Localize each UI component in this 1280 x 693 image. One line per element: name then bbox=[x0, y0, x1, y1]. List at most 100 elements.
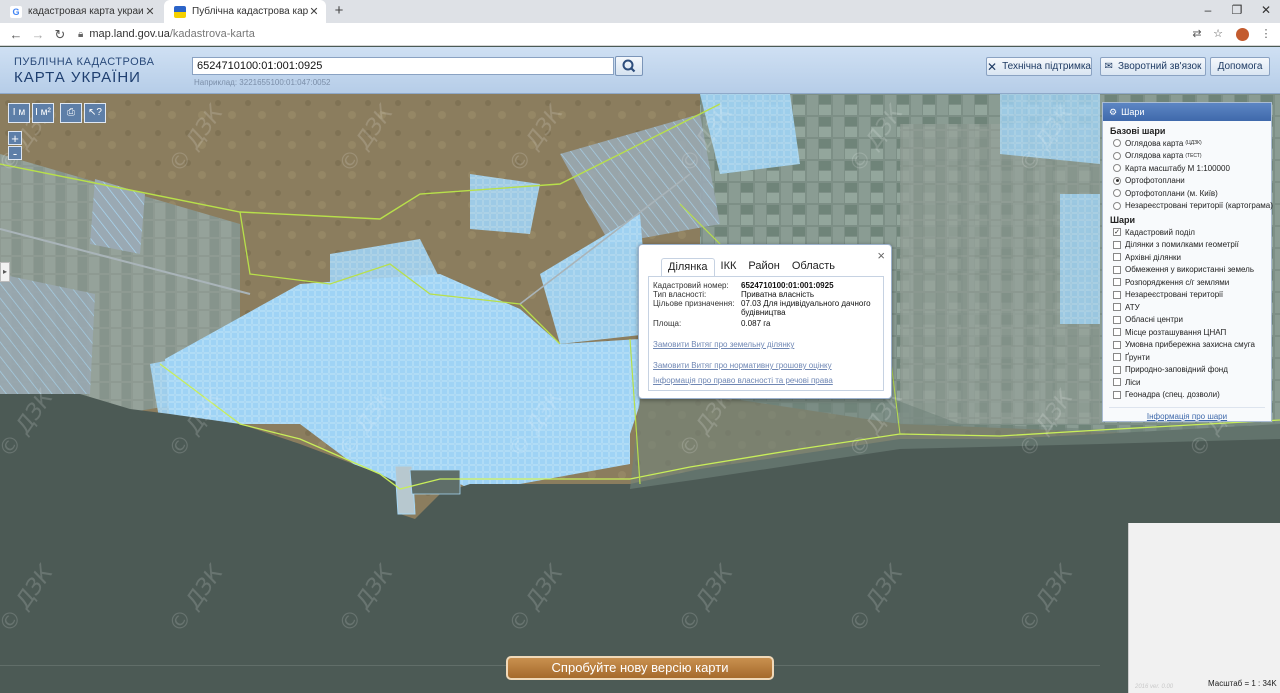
measure-distance-button[interactable]: I м bbox=[8, 103, 30, 123]
checkbox[interactable] bbox=[1113, 265, 1121, 274]
expand-left-panel-button[interactable]: ▸ bbox=[0, 262, 10, 282]
overlay-layer-option[interactable]: Ґрунти bbox=[1103, 351, 1271, 364]
overlay-layer-option[interactable]: АТУ bbox=[1103, 301, 1271, 314]
radio-button[interactable] bbox=[1113, 176, 1121, 185]
overlay-layer-option[interactable]: Ліси bbox=[1103, 376, 1271, 389]
overlay-layer-label: Незареєстровані території bbox=[1125, 290, 1224, 300]
base-layer-option[interactable]: Незареєстровані території (картограма) bbox=[1103, 200, 1273, 213]
checkbox[interactable]: ✓ bbox=[1113, 228, 1121, 237]
radio-button[interactable] bbox=[1113, 139, 1121, 148]
checkbox[interactable] bbox=[1113, 340, 1121, 349]
new-tab-button[interactable]: + bbox=[330, 2, 348, 20]
cadastral-search-input[interactable] bbox=[192, 57, 614, 75]
overlay-layer-option[interactable]: Умовна прибережна захисна смуга bbox=[1103, 339, 1271, 352]
overlay-layer-label: Ділянки з помилками геометрії bbox=[1125, 240, 1239, 250]
overlay-layer-option[interactable]: Природно-заповідний фонд bbox=[1103, 364, 1271, 377]
checkbox[interactable] bbox=[1113, 390, 1121, 399]
overlay-layer-option[interactable]: Розпорядження с/г землями bbox=[1103, 276, 1271, 289]
close-window-button[interactable]: ✕ bbox=[1251, 0, 1280, 23]
tab-region[interactable]: Область bbox=[786, 258, 841, 277]
checkbox[interactable] bbox=[1113, 240, 1121, 249]
help-button[interactable]: Допомога bbox=[1210, 57, 1270, 76]
tab-parcel[interactable]: Ділянка bbox=[661, 258, 715, 277]
minimize-button[interactable]: – bbox=[1193, 0, 1223, 23]
base-layer-option[interactable]: Карта масштабу М 1:100000 bbox=[1103, 162, 1271, 175]
checkbox[interactable] bbox=[1113, 378, 1121, 387]
overlay-layer-label: Умовна прибережна захисна смуга bbox=[1125, 340, 1255, 350]
overlay-layer-option[interactable]: Ділянки з помилками геометрії bbox=[1103, 239, 1271, 252]
bookmark-star-icon[interactable]: ☆ bbox=[1210, 26, 1226, 42]
try-new-version-button[interactable]: Спробуйте нову версію карти bbox=[506, 656, 774, 680]
back-icon[interactable]: ← bbox=[6, 25, 26, 44]
identify-button[interactable]: ↖? bbox=[84, 103, 106, 123]
base-layer-label: Карта масштабу М 1:100000 bbox=[1125, 163, 1230, 173]
tab-title: Публічна кадастрова карта Укр bbox=[192, 6, 308, 17]
restore-button[interactable]: ❐ bbox=[1222, 0, 1252, 23]
overview-minimap[interactable] bbox=[1128, 523, 1280, 693]
ownership-label: Тип власності: bbox=[653, 290, 707, 299]
overlay-layer-option[interactable]: Незареєстровані території bbox=[1103, 289, 1271, 302]
feedback-button[interactable]: ✉ Зворотний зв'язок bbox=[1100, 57, 1206, 76]
url-path: /kadastrova-karta bbox=[169, 28, 255, 40]
checkbox[interactable] bbox=[1113, 328, 1121, 337]
base-layer-label: Ортофотоплани bbox=[1125, 176, 1185, 186]
layers-panel-header[interactable]: ⚙ Шари bbox=[1103, 103, 1271, 121]
overlay-layer-option[interactable]: Місце розташування ЦНАП bbox=[1103, 326, 1271, 339]
overlay-layer-option[interactable]: Архівні ділянки bbox=[1103, 251, 1271, 264]
tech-support-label: Технічна підтримка bbox=[1002, 61, 1091, 72]
checkbox[interactable] bbox=[1113, 278, 1121, 287]
browser-tab-kadastr[interactable]: Публічна кадастрова карта Укр ✕ bbox=[164, 0, 326, 23]
base-layer-option[interactable]: Ортофотоплани bbox=[1103, 175, 1271, 188]
radio-button[interactable] bbox=[1113, 151, 1121, 160]
browser-tab-google[interactable]: G кадастровая карта украин\ - По ✕ bbox=[0, 0, 162, 23]
base-layer-option[interactable]: Оглядова карта (ЦДЗК) bbox=[1103, 137, 1271, 150]
overlay-layer-option[interactable]: Геонадра (спец. дозволи) bbox=[1103, 389, 1271, 402]
close-tab-icon[interactable]: ✕ bbox=[308, 5, 320, 18]
print-button[interactable]: ⎙ bbox=[60, 103, 82, 123]
close-tab-icon[interactable]: ✕ bbox=[144, 5, 156, 18]
purpose-value: 07.03 Для індивідуального дачного будівн… bbox=[741, 299, 871, 317]
checkbox[interactable] bbox=[1113, 303, 1121, 312]
google-icon: G bbox=[10, 5, 22, 18]
overlay-layer-option[interactable]: Обмеження у використанні земель bbox=[1103, 264, 1271, 277]
zoom-out-button[interactable]: - bbox=[8, 146, 22, 160]
tab-ikk[interactable]: ІКК bbox=[715, 258, 743, 277]
radio-button[interactable] bbox=[1113, 189, 1121, 198]
cad-number-value: 6524710100:01:001:0925 bbox=[741, 281, 834, 290]
close-popup-icon[interactable]: × bbox=[877, 248, 885, 263]
mail-icon: ✉ bbox=[1104, 61, 1113, 72]
tech-support-button[interactable]: ✕ Технічна підтримка bbox=[986, 57, 1092, 76]
checkbox[interactable] bbox=[1113, 253, 1121, 262]
forward-icon[interactable]: → bbox=[28, 25, 48, 44]
overlay-layer-option[interactable]: Обласні центри bbox=[1103, 314, 1271, 327]
layers-panel: ⚙ Шари Базові шари Оглядова карта (ЦДЗК) О… bbox=[1102, 102, 1273, 422]
address-bar: ← → ↻ 🔒︎ map.land.gov.ua/kadastrova-karta… bbox=[0, 23, 1280, 46]
parcel-info-popup: × Ділянка ІКК Район Область Кадастровий … bbox=[638, 244, 892, 399]
base-layer-option[interactable]: Оглядова карта (ТЕСТ) bbox=[1103, 150, 1271, 163]
order-parcel-extract-link[interactable]: Замовити Витяг про земельну ділянку bbox=[653, 340, 879, 349]
translate-icon[interactable]: ⇄ bbox=[1189, 26, 1205, 42]
search-icon bbox=[622, 59, 636, 73]
checkbox[interactable] bbox=[1113, 353, 1121, 362]
url-field[interactable]: 🔒︎ map.land.gov.ua/kadastrova-karta bbox=[78, 25, 255, 44]
radio-button[interactable] bbox=[1113, 164, 1121, 173]
checkbox[interactable] bbox=[1113, 315, 1121, 324]
checkbox[interactable] bbox=[1113, 290, 1121, 299]
overlay-layer-option[interactable]: ✓ Кадастровий поділ bbox=[1103, 226, 1271, 239]
profile-avatar[interactable] bbox=[1236, 28, 1249, 41]
measure-area-button[interactable]: I м² bbox=[32, 103, 54, 123]
overlay-layer-label: Ліси bbox=[1125, 377, 1141, 387]
area-value: 0.087 га bbox=[741, 319, 771, 328]
base-layer-option[interactable]: Ортофотоплани (м. Київ) bbox=[1103, 187, 1271, 200]
tab-district[interactable]: Район bbox=[742, 258, 785, 277]
zoom-in-button[interactable]: + bbox=[8, 131, 22, 145]
layers-info-link[interactable]: Інформація про шари bbox=[1109, 407, 1265, 421]
map-toolbar: I м I м² ⎙ ↖? bbox=[8, 103, 106, 123]
menu-dots-icon[interactable]: ⋮ bbox=[1258, 26, 1274, 42]
order-valuation-extract-link[interactable]: Замовити Витяг про нормативну грошову оц… bbox=[653, 361, 879, 370]
ownership-rights-info-link[interactable]: Інформація про право власності та речові… bbox=[653, 376, 879, 385]
search-button[interactable] bbox=[615, 56, 643, 76]
checkbox[interactable] bbox=[1113, 365, 1121, 374]
radio-button[interactable] bbox=[1113, 201, 1121, 210]
reload-icon[interactable]: ↻ bbox=[50, 25, 70, 44]
